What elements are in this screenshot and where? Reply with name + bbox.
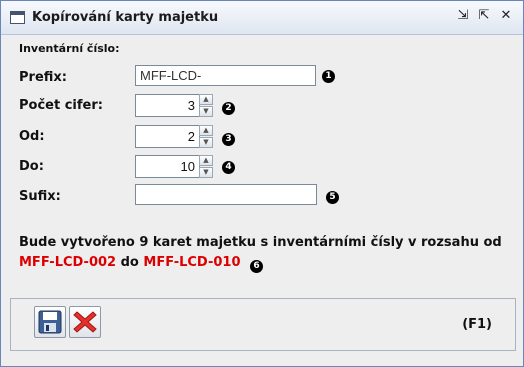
callout-6: 6 — [250, 260, 263, 273]
callout-1: 1 — [322, 70, 335, 83]
to-up-arrow-icon[interactable]: ▲ — [199, 155, 213, 166]
digits-down-arrow-icon[interactable]: ▼ — [199, 106, 213, 117]
callout-2: 2 — [222, 102, 235, 115]
prefix-label: Prefix: — [19, 70, 67, 85]
help-hint: (F1) — [462, 317, 492, 332]
digits-label: Počet cifer: — [19, 98, 103, 113]
to-label: Do: — [19, 159, 44, 174]
from-label: Od: — [19, 129, 45, 144]
suffix-label: Sufix: — [19, 189, 61, 204]
close-button[interactable]: ✕ — [498, 8, 514, 24]
from-input[interactable]: 2 — [135, 125, 200, 148]
range-start: MFF-LCD-002 — [19, 255, 117, 270]
to-spinner[interactable]: 10 ▲ ▼ — [135, 155, 215, 178]
digits-spinner[interactable]: 3 ▲ ▼ — [135, 94, 215, 117]
callout-5: 5 — [326, 191, 339, 204]
digits-up-arrow-icon[interactable]: ▲ — [199, 94, 213, 105]
callout-4: 4 — [222, 161, 235, 174]
to-input[interactable]: 10 — [135, 155, 200, 178]
prefix-input[interactable]: MFF-LCD- — [135, 65, 316, 86]
cancel-button[interactable] — [69, 306, 101, 338]
save-button[interactable] — [34, 306, 66, 338]
from-up-arrow-icon[interactable]: ▲ — [199, 125, 213, 136]
floppy-disk-icon — [38, 310, 62, 334]
to-down-arrow-icon[interactable]: ▼ — [199, 167, 213, 178]
copy-asset-card-dialog: Kopírování karty majetku ⇲ ⇱ ✕ Inventárn… — [0, 0, 524, 367]
digits-input[interactable]: 3 — [135, 94, 200, 117]
title-bar[interactable]: Kopírování karty majetku ⇲ ⇱ ✕ — [1, 1, 523, 35]
range-end: MFF-LCD-010 — [143, 255, 241, 270]
form-panel: Inventární číslo: Prefix: MFF-LCD- 1 Poč… — [6, 36, 518, 296]
action-bar: (F1) — [10, 298, 516, 351]
result-message: Bude vytvořeno 9 karet majetku s inventá… — [19, 233, 509, 273]
range-connector: do — [120, 255, 139, 270]
red-x-icon — [73, 311, 97, 333]
suffix-input[interactable] — [135, 184, 317, 205]
result-message-line1: Bude vytvořeno 9 karet majetku s inventá… — [19, 235, 502, 250]
minimize-button[interactable]: ⇲ — [455, 8, 471, 24]
callout-3: 3 — [222, 133, 235, 146]
from-down-arrow-icon[interactable]: ▼ — [199, 137, 213, 148]
result-message-line2: MFF-LCD-002 do MFF-LCD-010 — [19, 253, 509, 273]
inventory-number-label: Inventární číslo: — [19, 42, 120, 55]
window-title: Kopírování karty majetku — [32, 10, 219, 25]
restore-button[interactable]: ⇱ — [476, 8, 492, 24]
from-spinner[interactable]: 2 ▲ ▼ — [135, 125, 215, 148]
window-icon — [10, 11, 25, 24]
